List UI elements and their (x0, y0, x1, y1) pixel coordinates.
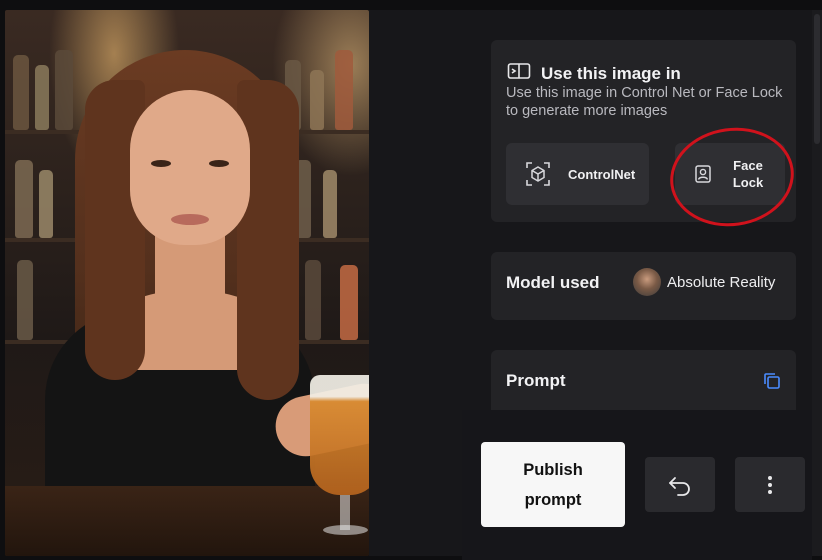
bottle (55, 50, 73, 130)
bottle (340, 265, 358, 340)
model-link[interactable]: Absolute Reality (633, 268, 775, 296)
bottle (17, 260, 33, 340)
controlnet-label: ControlNet (568, 166, 636, 182)
eye (151, 160, 171, 167)
use-image-description: Use this image in Control Net or Face Lo… (506, 85, 783, 119)
face-lock-label: Face Lock (732, 158, 764, 190)
scrollbar-thumb[interactable] (814, 14, 820, 144)
use-image-card: Use this image in Use this image in Cont… (491, 40, 796, 222)
controlnet-button[interactable]: ControlNet (506, 143, 649, 205)
eye (209, 160, 229, 167)
more-vertical-icon (767, 475, 773, 495)
bottle (323, 170, 337, 238)
undo-button[interactable] (645, 457, 715, 512)
undo-icon (667, 474, 693, 496)
use-image-title: Use this image in (541, 63, 681, 83)
bottle (13, 55, 29, 130)
glass-base (323, 525, 368, 535)
bottle (15, 160, 33, 238)
cube-icon (524, 160, 552, 188)
more-options-button[interactable] (735, 457, 805, 512)
publish-prompt-label: Publish prompt (523, 460, 583, 509)
publish-prompt-button[interactable]: Publish prompt (481, 442, 625, 527)
model-card: Model used Absolute Reality (491, 252, 796, 320)
generated-image[interactable] (5, 10, 369, 556)
use-image-icon (507, 62, 531, 85)
bottle (35, 65, 49, 130)
model-name: Absolute Reality (667, 273, 776, 291)
bottle (305, 260, 321, 340)
model-avatar (633, 268, 661, 296)
bottle (335, 50, 353, 130)
hair (237, 80, 299, 400)
portrait-icon (695, 165, 711, 183)
prompt-label: Prompt (506, 371, 566, 390)
face-lock-button[interactable]: Face Lock (675, 143, 785, 205)
bottle (310, 70, 324, 130)
model-label: Model used (506, 273, 600, 292)
bottle (39, 170, 53, 238)
beer-glass (310, 375, 369, 495)
use-image-header: Use this image in (507, 62, 681, 85)
lips (171, 214, 209, 225)
bar-counter (5, 486, 369, 556)
copy-icon[interactable] (763, 372, 781, 390)
